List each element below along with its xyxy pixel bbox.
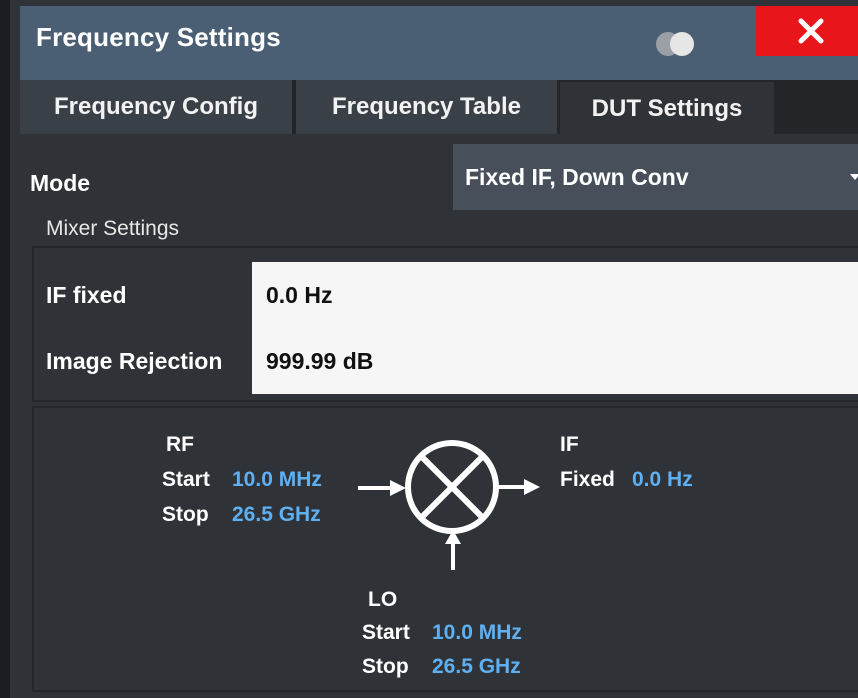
mixer-symbol-icon: [358, 440, 540, 570]
dialog-window: Frequency Settings Frequency Config Freq…: [0, 0, 858, 698]
